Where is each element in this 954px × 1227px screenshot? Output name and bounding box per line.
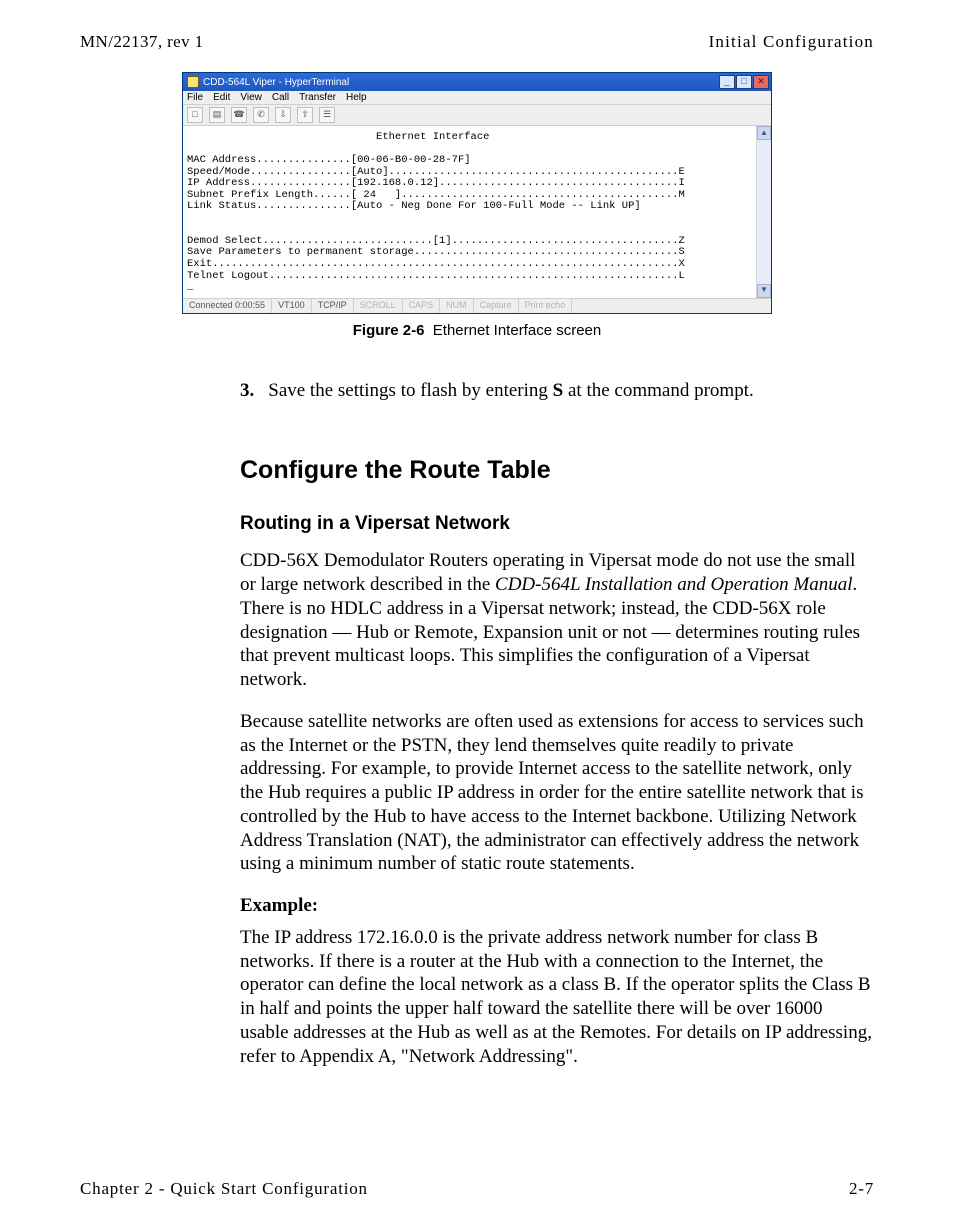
para1-em: CDD-564L Installation and Operation Manu… — [495, 574, 853, 595]
new-icon[interactable]: □ — [187, 107, 203, 123]
connect-icon[interactable]: ☎ — [231, 107, 247, 123]
scroll-down-icon[interactable]: ▼ — [757, 284, 771, 298]
menu-edit[interactable]: Edit — [213, 92, 230, 103]
terminal-text: Ethernet Interface MAC Address..........… — [187, 132, 752, 294]
scroll-up-icon[interactable]: ▲ — [757, 126, 771, 140]
figure-caption: Figure 2-6 Ethernet Interface screen — [80, 322, 874, 339]
disconnect-icon[interactable]: ✆ — [253, 107, 269, 123]
app-icon — [187, 76, 199, 88]
doc-id: MN/22137, rev 1 — [80, 32, 204, 52]
receive-icon[interactable]: ⇧ — [297, 107, 313, 123]
paragraph-1: CDD-56X Demodulator Routers operating in… — [240, 549, 874, 692]
paragraph-2: Because satellite networks are often use… — [240, 710, 874, 876]
heading-configure-route-table: Configure the Route Table — [240, 456, 874, 485]
paragraph-3: The IP address 172.16.0.0 is the private… — [240, 926, 874, 1069]
scrollbar[interactable]: ▲ ▼ — [756, 126, 771, 298]
hyperterminal-window: CDD-564L Viper - HyperTerminal _ □ ✕ Fil… — [182, 72, 772, 314]
figure-label: Figure 2-6 — [353, 322, 425, 339]
example-label: Example: — [240, 894, 874, 918]
running-foot: Chapter 2 - Quick Start Configuration 2-… — [80, 1179, 874, 1199]
window-title: CDD-564L Viper - HyperTerminal — [203, 77, 349, 88]
terminal-pane[interactable]: Ethernet Interface MAC Address..........… — [183, 126, 756, 298]
step-number: 3. — [240, 380, 254, 401]
menu-transfer[interactable]: Transfer — [299, 92, 336, 103]
menu-help[interactable]: Help — [346, 92, 367, 103]
minimize-button[interactable]: _ — [719, 75, 735, 89]
status-protocol: TCP/IP — [312, 299, 354, 313]
status-capture: Capture — [474, 299, 519, 313]
footer-right: 2-7 — [849, 1179, 874, 1199]
send-icon[interactable]: ⇩ — [275, 107, 291, 123]
menu-file[interactable]: File — [187, 92, 203, 103]
status-printecho: Print echo — [519, 299, 573, 313]
status-caps: CAPS — [403, 299, 441, 313]
step-text-b: at the command prompt. — [563, 380, 753, 401]
step-key: S — [553, 380, 564, 401]
toolbar: □ ▤ ☎ ✆ ⇩ ⇧ ☰ — [183, 105, 771, 126]
status-emulation: VT100 — [272, 299, 312, 313]
step-text-a: Save the settings to flash by entering — [268, 380, 552, 401]
heading-routing-vipersat: Routing in a Vipersat Network — [240, 513, 874, 535]
properties-icon[interactable]: ☰ — [319, 107, 335, 123]
status-num: NUM — [440, 299, 474, 313]
running-head: MN/22137, rev 1 Initial Configuration — [80, 32, 874, 52]
section-name: Initial Configuration — [709, 32, 874, 52]
status-connected: Connected 0:00:55 — [183, 299, 272, 313]
open-icon[interactable]: ▤ — [209, 107, 225, 123]
close-button[interactable]: ✕ — [753, 75, 769, 89]
window-titlebar: CDD-564L Viper - HyperTerminal _ □ ✕ — [183, 73, 771, 91]
maximize-button[interactable]: □ — [736, 75, 752, 89]
menu-view[interactable]: View — [240, 92, 262, 103]
step-3: 3. Save the settings to flash by entering… — [240, 379, 874, 403]
statusbar: Connected 0:00:55 VT100 TCP/IP SCROLL CA… — [183, 298, 771, 313]
menu-call[interactable]: Call — [272, 92, 289, 103]
figure-text: Ethernet Interface screen — [433, 322, 601, 339]
menubar: File Edit View Call Transfer Help — [183, 91, 771, 105]
status-scroll: SCROLL — [354, 299, 403, 313]
footer-left: Chapter 2 - Quick Start Configuration — [80, 1179, 368, 1199]
